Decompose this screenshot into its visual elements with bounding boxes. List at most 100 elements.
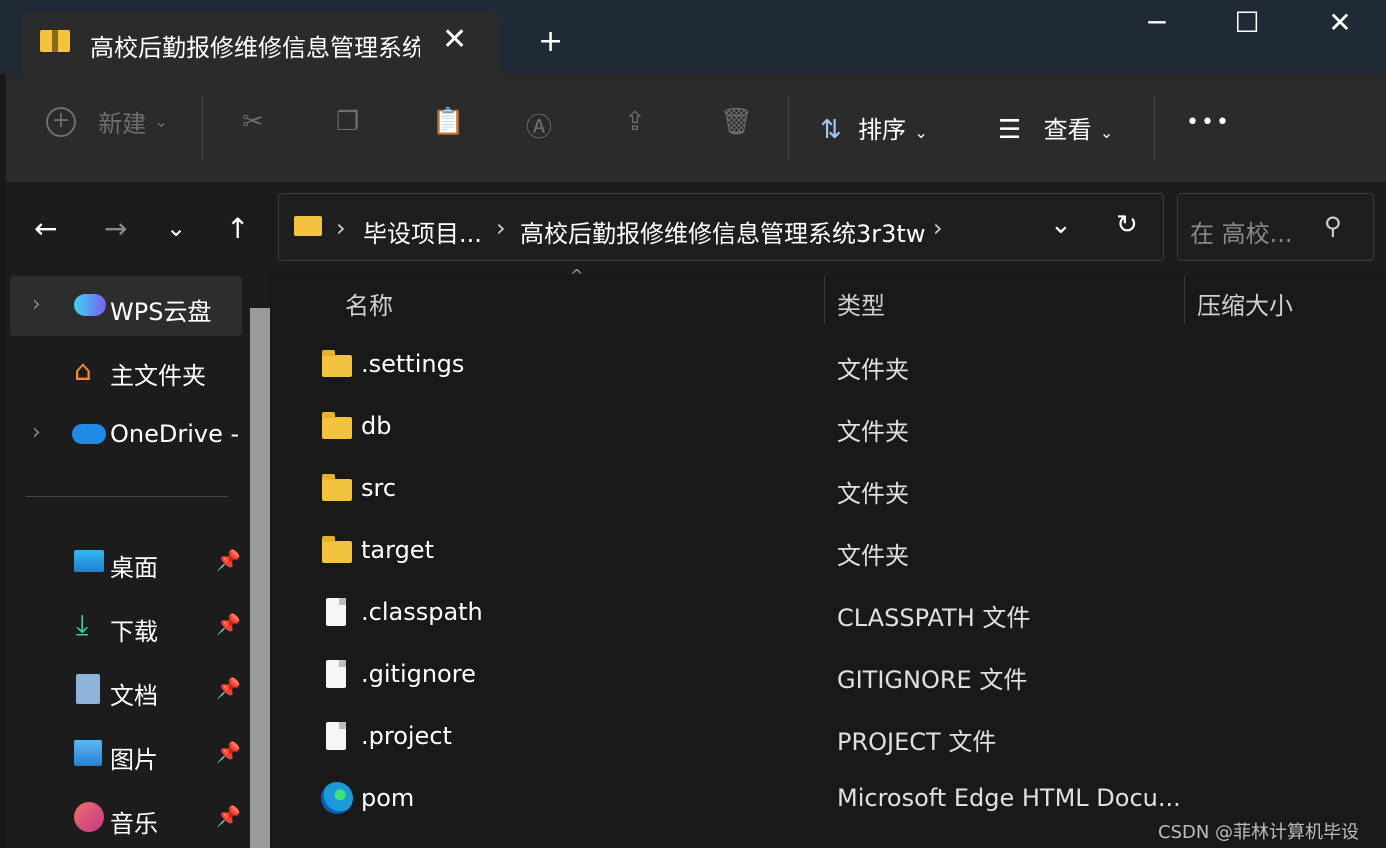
- maximize-button[interactable]: ☐: [1227, 6, 1267, 39]
- toolbar-separator: [202, 96, 203, 160]
- sort-button[interactable]: ⇅ 排序 ⌄: [820, 110, 928, 145]
- column-header-type[interactable]: 类型: [837, 286, 885, 321]
- sidebar-item-label: 桌面: [110, 554, 158, 582]
- forward-arrow-icon[interactable]: →: [104, 212, 127, 245]
- file-type: GITIGNORE 文件: [837, 666, 1028, 694]
- sidebar-item-home[interactable]: ⌂ 主文件夹: [10, 340, 242, 400]
- file-type: 文件夹: [837, 356, 909, 384]
- onedrive-cloud-icon: [72, 424, 106, 444]
- file-type: 文件夹: [837, 542, 909, 570]
- file-type: CLASSPATH 文件: [837, 604, 1031, 632]
- file-name: db: [361, 412, 392, 440]
- pictures-icon: [74, 740, 102, 766]
- table-row[interactable]: .classpath CLASSPATH 文件: [282, 582, 1386, 644]
- recent-chevron-icon[interactable]: ⌄: [166, 214, 186, 242]
- cut-icon[interactable]: ✂: [242, 107, 264, 137]
- sidebar-item-documents[interactable]: 文档 📌: [10, 660, 242, 720]
- plus-circle-icon: +: [46, 106, 76, 137]
- close-tab-icon[interactable]: ✕: [442, 22, 467, 57]
- file-name: pom: [361, 784, 415, 812]
- column-divider[interactable]: [824, 276, 825, 324]
- table-row[interactable]: .gitignore GITIGNORE 文件: [282, 644, 1386, 706]
- breadcrumb-item[interactable]: 毕设项目...: [363, 214, 482, 249]
- back-arrow-icon[interactable]: ←: [34, 212, 57, 245]
- music-icon: [74, 802, 104, 832]
- watermark: CSDN @菲林计算机毕设: [1158, 822, 1360, 843]
- table-row[interactable]: .settings 文件夹: [282, 334, 1386, 396]
- sidebar-item-desktop[interactable]: 桌面 📌: [10, 532, 242, 592]
- tab-active[interactable]: 高校后勤报修维修信息管理系统 ✕: [22, 12, 500, 74]
- sidebar-scrollbar[interactable]: [250, 308, 270, 848]
- pin-icon[interactable]: 📌: [216, 548, 241, 572]
- pin-icon[interactable]: 📌: [216, 612, 241, 636]
- file-type: 文件夹: [837, 418, 909, 446]
- paste-icon[interactable]: 📋: [432, 107, 464, 137]
- zip-stripe: [52, 30, 58, 52]
- chevron-right-icon[interactable]: ›: [32, 420, 41, 445]
- column-divider[interactable]: [1184, 276, 1185, 324]
- tab-title: 高校后勤报修维修信息管理系统: [90, 34, 420, 62]
- file-icon: [326, 660, 346, 688]
- table-row[interactable]: src 文件夹: [282, 458, 1386, 520]
- file-name: target: [361, 536, 434, 564]
- column-header-name[interactable]: 名称: [345, 286, 393, 321]
- column-header-size[interactable]: 压缩大小: [1197, 286, 1293, 321]
- address-dropdown-icon[interactable]: ⌄: [1050, 210, 1072, 240]
- folder-icon: [322, 536, 352, 563]
- new-label: 新建: [98, 110, 147, 138]
- sidebar-item-music[interactable]: 音乐 📌: [10, 788, 242, 848]
- pin-icon[interactable]: 📌: [216, 804, 241, 828]
- new-tab-button[interactable]: +: [538, 24, 563, 59]
- view-button[interactable]: ☰ 查看 ⌄: [998, 110, 1113, 145]
- desktop-icon: [74, 550, 104, 572]
- file-icon: [326, 598, 346, 626]
- folder-icon: [322, 474, 352, 501]
- copy-icon[interactable]: ❐: [336, 107, 359, 137]
- sort-arrows-icon: ⇅: [820, 115, 842, 145]
- file-type: 文件夹: [837, 480, 909, 508]
- table-row[interactable]: db 文件夹: [282, 396, 1386, 458]
- rename-icon[interactable]: Ⓐ: [526, 107, 552, 144]
- breadcrumb-separator[interactable]: ›: [933, 214, 943, 242]
- wps-cloud-icon: [74, 294, 106, 316]
- sidebar-item-onedrive[interactable]: › OneDrive -: [10, 404, 242, 464]
- search-placeholder[interactable]: 在 高校...: [1190, 214, 1293, 249]
- search-icon[interactable]: ⚲: [1324, 212, 1342, 240]
- sidebar-item-downloads[interactable]: ⤓ 下载 📌: [10, 596, 242, 656]
- table-row[interactable]: target 文件夹: [282, 520, 1386, 582]
- home-icon: ⌂: [74, 354, 92, 387]
- toolbar-separator: [1154, 96, 1155, 160]
- download-icon: ⤓: [76, 608, 89, 641]
- breadcrumb-separator[interactable]: ›: [496, 214, 506, 242]
- pin-icon[interactable]: 📌: [216, 740, 241, 764]
- sidebar-item-pictures[interactable]: 图片 📌: [10, 724, 242, 784]
- file-type: Microsoft Edge HTML Docu...: [837, 784, 1181, 812]
- file-name: src: [361, 474, 397, 502]
- table-row[interactable]: .project PROJECT 文件: [282, 706, 1386, 768]
- file-name: .gitignore: [361, 660, 476, 688]
- file-icon: [326, 722, 346, 750]
- folder-icon: [294, 216, 322, 236]
- more-options-icon[interactable]: •••: [1186, 110, 1231, 135]
- view-label: 查看: [1043, 116, 1092, 144]
- chevron-down-icon: ⌄: [154, 112, 168, 131]
- file-name: .project: [361, 722, 452, 750]
- sort-ascending-icon: ^: [570, 266, 584, 285]
- minimize-button[interactable]: ─: [1137, 6, 1177, 39]
- command-bar: + 新建 ⌄ ✂ ❐ 📋 Ⓐ ⇪ 🗑 ⇅ 排序 ⌄ ☰ 查看 ⌄ •••: [6, 74, 1386, 183]
- chevron-down-icon: ⌄: [914, 123, 928, 142]
- sidebar-item-wps-cloud[interactable]: › WPS云盘: [10, 276, 242, 336]
- new-button[interactable]: + 新建 ⌄: [46, 104, 168, 139]
- chevron-right-icon[interactable]: ›: [32, 292, 41, 317]
- pin-icon[interactable]: 📌: [216, 676, 241, 700]
- breadcrumb-item[interactable]: 高校后勤报修维修信息管理系统3r3tw: [520, 214, 925, 249]
- up-arrow-icon[interactable]: ↑: [226, 212, 249, 245]
- chevron-down-icon: ⌄: [1099, 123, 1114, 142]
- folder-icon: [322, 412, 352, 439]
- sidebar-item-label: 音乐: [110, 810, 158, 838]
- share-icon[interactable]: ⇪: [624, 107, 646, 137]
- close-window-button[interactable]: ✕: [1320, 6, 1360, 39]
- delete-icon[interactable]: 🗑: [720, 107, 753, 137]
- refresh-icon[interactable]: ↻: [1116, 210, 1138, 240]
- breadcrumb-separator[interactable]: ›: [336, 214, 346, 242]
